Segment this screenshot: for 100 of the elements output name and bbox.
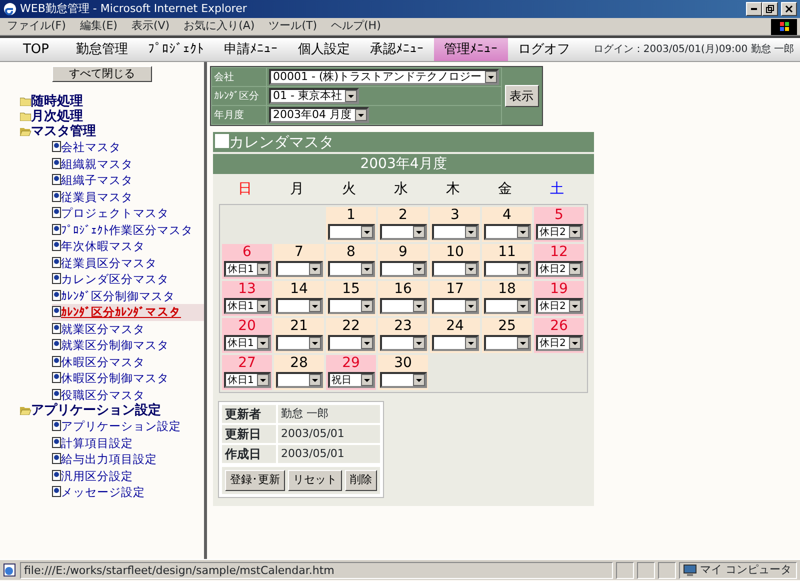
tree-item[interactable]: ﾌﾟﾛｼﾞｪｸﾄ作業区分マスタ <box>52 222 204 238</box>
tree-item[interactable]: メッセージ設定 <box>52 484 204 500</box>
day-type-dropdown[interactable] <box>432 224 478 240</box>
day-type-dropdown[interactable]: 休日1 <box>224 372 270 388</box>
day-type-dropdown[interactable]: 休日2 <box>536 335 582 351</box>
tree-item[interactable]: 従業員区分マスタ <box>52 254 204 271</box>
menu-item[interactable]: 表示(V) <box>124 18 177 35</box>
info-value: 2003/05/01 <box>277 424 381 444</box>
status-panel <box>658 562 676 578</box>
minimize-button[interactable] <box>746 2 762 16</box>
day-type-dropdown[interactable]: 休日1 <box>224 261 270 277</box>
day-type-dropdown[interactable]: 休日2 <box>536 224 582 240</box>
day-number: 21 <box>289 318 309 335</box>
action-button[interactable]: リセット <box>288 470 342 490</box>
maximize-button[interactable] <box>762 2 778 16</box>
day-type-dropdown[interactable]: 休日1 <box>224 298 270 314</box>
nav-tab[interactable]: TOP <box>6 38 66 61</box>
menu-item[interactable]: お気に入り(A) <box>176 18 262 35</box>
menu-item[interactable]: ファイル(F) <box>0 18 73 35</box>
close-button[interactable] <box>781 2 797 16</box>
day-type-dropdown[interactable] <box>276 372 322 388</box>
tree-item[interactable]: 就業区分マスタ <box>52 320 204 337</box>
day-type-dropdown[interactable] <box>276 298 322 314</box>
document-icon <box>52 372 61 383</box>
day-type-dropdown[interactable] <box>484 298 530 314</box>
day-type-dropdown[interactable] <box>432 261 478 277</box>
show-button[interactable]: 表示 <box>504 85 539 107</box>
nav-tab[interactable]: 個人設定 <box>288 38 360 61</box>
document-icon <box>52 141 61 152</box>
menu-item[interactable]: ヘルプ(H) <box>324 18 388 35</box>
tree-item[interactable]: 組織子マスタ <box>52 172 204 188</box>
action-button[interactable]: 登録･更新 <box>225 470 285 490</box>
tree-item[interactable]: プロジェクトマスタ <box>52 205 204 222</box>
tree-item[interactable]: 休暇区分制御マスタ <box>52 370 204 386</box>
tree-item[interactable]: 従業員マスタ <box>52 188 204 205</box>
tree-folder[interactable]: アプリケーション設定 <box>20 403 204 418</box>
tree-folder[interactable]: マスタ管理 <box>20 124 204 139</box>
day-type-dropdown[interactable] <box>484 224 530 240</box>
day-type-dropdown[interactable] <box>380 372 426 388</box>
day-number: 2 <box>398 207 408 224</box>
day-number: 5 <box>554 207 564 224</box>
day-type-dropdown[interactable] <box>380 335 426 351</box>
tree-item[interactable]: 給与出力項目設定 <box>52 451 204 468</box>
day-type-dropdown[interactable] <box>380 261 426 277</box>
collapse-all-button[interactable]: すべて閉じる <box>52 66 152 82</box>
day-type-dropdown[interactable] <box>328 261 374 277</box>
tree-item[interactable]: ｶﾚﾝﾀﾞ区分ｶﾚﾝﾀﾞマスタ <box>52 304 204 320</box>
document-icon <box>52 453 61 464</box>
window-title: WEB勤怠管理 - Microsoft Internet Explorer <box>20 0 248 17</box>
dropdown-field[interactable]: 00001 - (株)トラストアンドテクノロジー <box>269 69 499 85</box>
day-type-dropdown[interactable]: 祝日 <box>328 372 374 388</box>
tree-item[interactable]: 会社マスタ <box>52 139 204 156</box>
folder-icon <box>20 112 31 121</box>
day-type-dropdown[interactable] <box>432 298 478 314</box>
day-type-dropdown[interactable] <box>380 298 426 314</box>
nav-tab[interactable]: 勤怠管理 <box>66 38 138 61</box>
nav-tab[interactable]: 承認ﾒﾆｭｰ <box>360 38 434 61</box>
day-type-dropdown[interactable]: 休日2 <box>536 261 582 277</box>
tree-item[interactable]: 休暇区分マスタ <box>52 354 204 370</box>
action-button[interactable]: 削除 <box>345 470 377 490</box>
info-label: 更新者 <box>221 404 277 424</box>
square-icon <box>215 134 229 148</box>
day-type-dropdown[interactable]: 休日2 <box>536 298 582 314</box>
day-type-dropdown[interactable] <box>484 335 530 351</box>
day-type-dropdown[interactable] <box>380 224 426 240</box>
day-number: 28 <box>289 355 309 372</box>
menu-item[interactable]: 編集(E) <box>72 18 124 35</box>
day-type-dropdown[interactable]: 休日1 <box>224 335 270 351</box>
tree-item[interactable]: 役職区分マスタ <box>52 386 204 403</box>
tree-folder[interactable]: 月次処理 <box>20 109 204 124</box>
tree-item[interactable]: カレンダ区分マスタ <box>52 271 204 288</box>
day-type-dropdown[interactable] <box>484 261 530 277</box>
day-type-dropdown[interactable] <box>276 335 322 351</box>
nav-tab[interactable]: 管理ﾒﾆｭｰ <box>434 38 508 61</box>
status-panel <box>637 562 655 578</box>
tree-item[interactable]: アプリケーション設定 <box>52 418 204 434</box>
dropdown-field[interactable]: 2003年04 月度 <box>269 107 368 123</box>
status-panel <box>616 562 634 578</box>
tree-item[interactable]: ｶﾚﾝﾀﾞ区分制御マスタ <box>52 288 204 304</box>
tree-folder[interactable]: 随時処理 <box>20 94 204 109</box>
day-type-dropdown[interactable] <box>328 224 374 240</box>
nav-tab[interactable]: ﾌﾟﾛｼﾞｪｸﾄ <box>138 38 214 61</box>
day-type-dropdown[interactable] <box>328 335 374 351</box>
folder-icon <box>20 96 31 106</box>
day-number: 16 <box>393 281 413 298</box>
tree-item[interactable]: 就業区分制御マスタ <box>52 337 204 354</box>
tree-item[interactable]: 年次休暇マスタ <box>52 238 204 254</box>
tree-item[interactable]: 組織親マスタ <box>52 156 204 172</box>
day-type-dropdown[interactable] <box>276 261 322 277</box>
day-type-dropdown[interactable] <box>432 335 478 351</box>
document-icon <box>52 256 61 268</box>
dropdown-field[interactable]: 01 - 東京本社 <box>269 88 359 104</box>
nav-tab[interactable]: ログオフ <box>508 38 580 61</box>
day-number: 22 <box>341 318 361 335</box>
day-type-dropdown[interactable] <box>328 298 374 314</box>
menu-item[interactable]: ツール(T) <box>262 18 324 35</box>
tree-item[interactable]: 汎用区分設定 <box>52 468 204 484</box>
tree-item[interactable]: 計算項目設定 <box>52 434 204 451</box>
document-icon <box>52 436 61 448</box>
nav-tab[interactable]: 申請ﾒﾆｭｰ <box>214 38 288 61</box>
